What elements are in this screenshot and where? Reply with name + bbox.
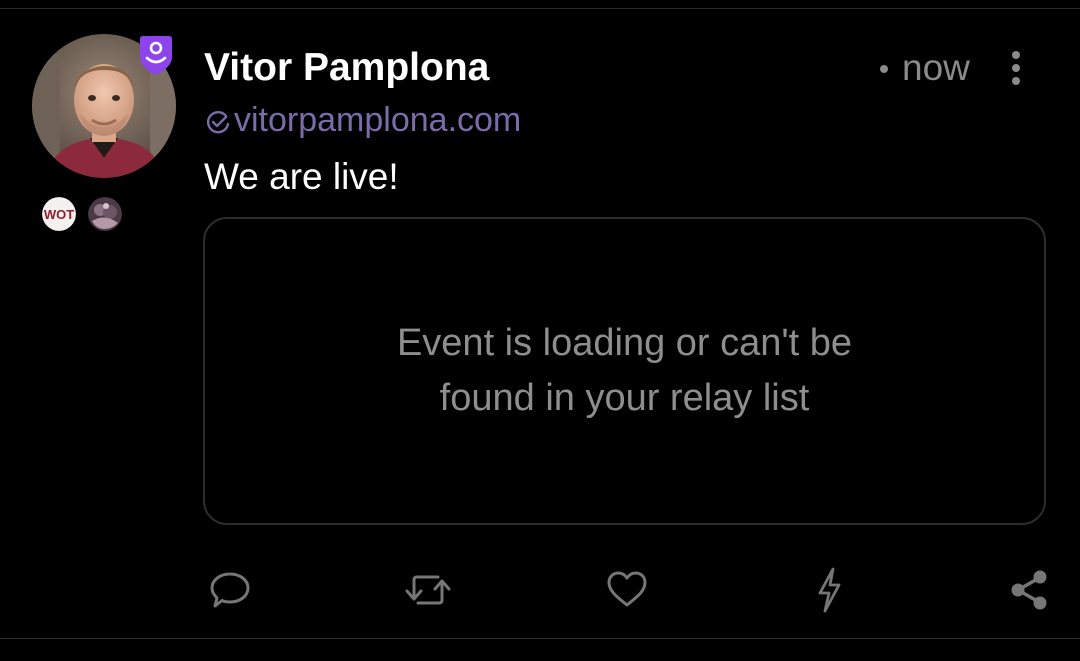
timestamp-text: now (902, 47, 970, 88)
share-button[interactable] (1003, 564, 1055, 616)
repeat-icon (405, 575, 451, 605)
heart-icon (607, 571, 647, 607)
embed-loading-message: Event is loading or can't be found in yo… (396, 322, 853, 419)
zap-button[interactable] (803, 564, 855, 616)
relay-badge-icon[interactable] (88, 197, 122, 231)
author-name[interactable]: Vitor Pamplona (204, 42, 489, 94)
share-icon (1011, 570, 1047, 610)
nip05-text: vitorpamplona.com (234, 100, 522, 139)
wot-badge-label: WOT (44, 207, 74, 222)
top-divider (0, 8, 1080, 9)
post-timestamp: now (880, 44, 970, 92)
more-options-button[interactable] (1000, 46, 1032, 90)
repost-button[interactable] (402, 564, 454, 616)
separator-dot (880, 65, 888, 73)
speech-bubble-icon (210, 572, 250, 608)
verified-shield-icon (137, 33, 175, 77)
bottom-divider (0, 638, 1080, 639)
nip05-address[interactable]: vitorpamplona.com (204, 98, 521, 142)
wot-badge[interactable]: WOT (42, 197, 76, 231)
post-content: We are live! (204, 156, 399, 197)
check-circle-icon (207, 111, 230, 134)
like-button[interactable] (601, 564, 653, 616)
embedded-event-card[interactable]: Event is loading or can't be found in yo… (203, 217, 1046, 525)
vertical-dots-icon (1012, 51, 1020, 85)
lightning-icon (818, 567, 841, 613)
reply-button[interactable] (204, 564, 256, 616)
